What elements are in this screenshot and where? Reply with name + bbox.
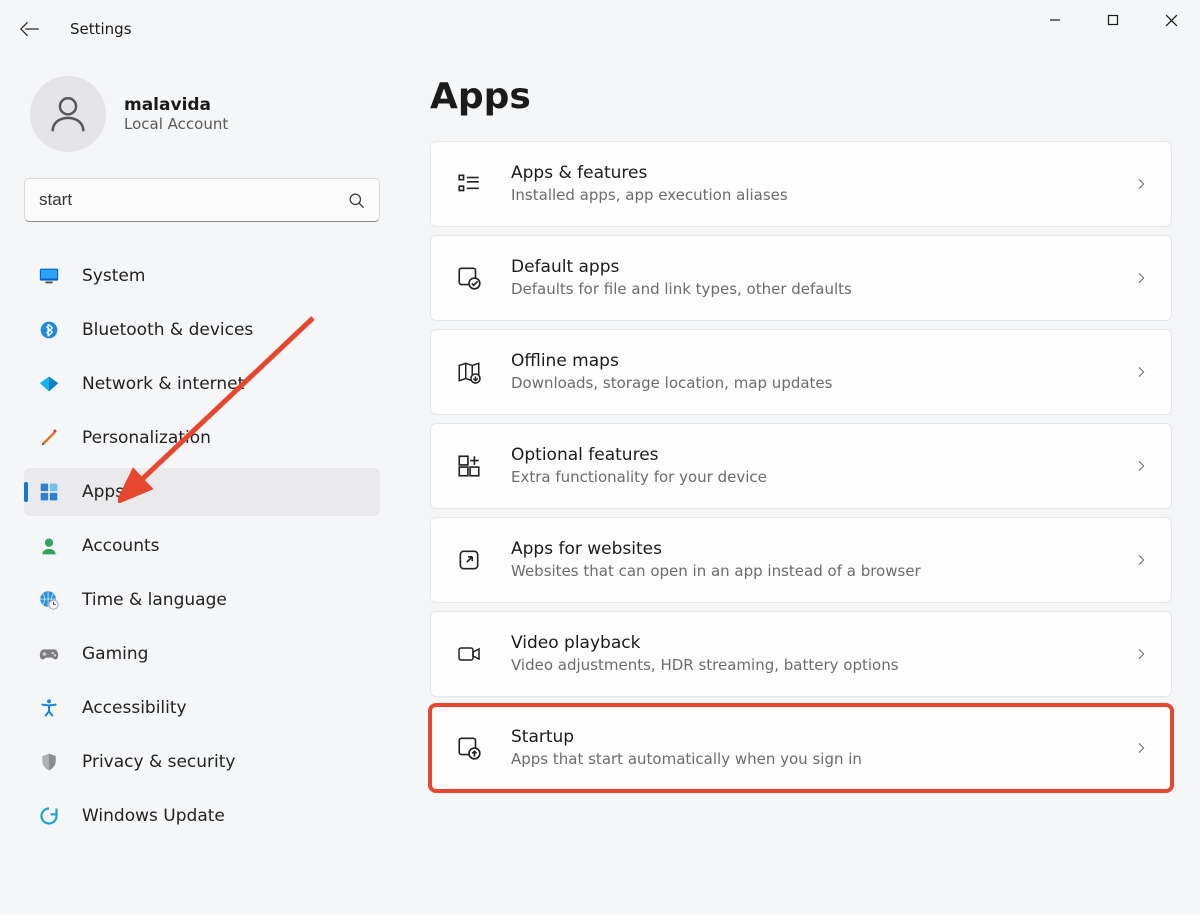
- accessibility-icon: [38, 697, 60, 719]
- card-title: Startup: [511, 726, 862, 749]
- window-title: Settings: [70, 20, 132, 38]
- window-controls: [1026, 0, 1200, 40]
- sidebar-item-gaming[interactable]: Gaming: [24, 630, 380, 678]
- card-default-apps[interactable]: Default apps Defaults for file and link …: [430, 235, 1172, 321]
- person-icon: [45, 91, 91, 137]
- wifi-icon: [38, 373, 60, 395]
- default-apps-icon: [455, 264, 483, 292]
- add-feature-icon: [455, 452, 483, 480]
- person-head-icon: [38, 535, 60, 557]
- sidebar-item-time-language[interactable]: Time & language: [24, 576, 380, 624]
- apps-list-icon: [455, 170, 483, 198]
- card-subtitle: Extra functionality for your device: [511, 467, 767, 487]
- account-subtitle: Local Account: [124, 115, 228, 133]
- card-subtitle: Defaults for file and link types, other …: [511, 279, 852, 299]
- sidebar-item-windows-update[interactable]: Windows Update: [24, 792, 380, 840]
- card-title: Video playback: [511, 632, 899, 655]
- search-box[interactable]: [24, 178, 380, 222]
- avatar: [30, 76, 106, 152]
- paintbrush-icon: [38, 427, 60, 449]
- sidebar-item-label: Accounts: [82, 536, 160, 556]
- card-subtitle: Video adjustments, HDR streaming, batter…: [511, 655, 899, 675]
- card-startup[interactable]: Startup Apps that start automatically wh…: [430, 705, 1172, 791]
- sidebar-item-label: Accessibility: [82, 698, 187, 718]
- sidebar: malavida Local Account System Bluetooth …: [0, 58, 390, 915]
- main-content: Apps Apps & features Installed apps, app…: [430, 66, 1172, 915]
- page-title: Apps: [430, 76, 1172, 117]
- search-input[interactable]: [37, 189, 345, 211]
- bluetooth-icon: [38, 319, 60, 341]
- card-subtitle: Apps that start automatically when you s…: [511, 749, 862, 769]
- chevron-right-icon: [1133, 270, 1149, 286]
- apps-grid-icon: [38, 481, 60, 503]
- sidebar-item-system[interactable]: System: [24, 252, 380, 300]
- account-name: malavida: [124, 95, 228, 115]
- card-apps-features[interactable]: Apps & features Installed apps, app exec…: [430, 141, 1172, 227]
- chevron-right-icon: [1133, 176, 1149, 192]
- close-button[interactable]: [1142, 0, 1200, 40]
- search-icon: [345, 189, 367, 211]
- card-title: Optional features: [511, 444, 767, 467]
- sidebar-item-network[interactable]: Network & internet: [24, 360, 380, 408]
- sidebar-item-label: Gaming: [82, 644, 148, 664]
- sidebar-item-label: Privacy & security: [82, 752, 236, 772]
- sidebar-item-accessibility[interactable]: Accessibility: [24, 684, 380, 732]
- sidebar-item-apps[interactable]: Apps: [24, 468, 380, 516]
- card-video-playback[interactable]: Video playback Video adjustments, HDR st…: [430, 611, 1172, 697]
- card-optional-features[interactable]: Optional features Extra functionality fo…: [430, 423, 1172, 509]
- card-title: Apps & features: [511, 162, 788, 185]
- card-title: Offline maps: [511, 350, 832, 373]
- chevron-right-icon: [1133, 740, 1149, 756]
- minimize-button[interactable]: [1026, 0, 1084, 40]
- update-icon: [38, 805, 60, 827]
- sidebar-item-label: Bluetooth & devices: [82, 320, 253, 340]
- map-icon: [455, 358, 483, 386]
- startup-icon: [455, 734, 483, 762]
- card-subtitle: Installed apps, app execution aliases: [511, 185, 788, 205]
- card-offline-maps[interactable]: Offline maps Downloads, storage location…: [430, 329, 1172, 415]
- minimize-icon: [1049, 14, 1061, 26]
- card-apps-websites[interactable]: Apps for websites Websites that can open…: [430, 517, 1172, 603]
- close-icon: [1165, 14, 1178, 27]
- sidebar-item-label: Windows Update: [82, 806, 225, 826]
- chevron-right-icon: [1133, 646, 1149, 662]
- shield-icon: [38, 751, 60, 773]
- back-button[interactable]: [0, 0, 58, 58]
- sidebar-item-label: Network & internet: [82, 374, 244, 394]
- video-icon: [455, 640, 483, 668]
- titlebar: Settings: [0, 0, 1200, 58]
- sidebar-item-label: Apps: [82, 482, 124, 502]
- account-block[interactable]: malavida Local Account: [24, 76, 376, 152]
- card-subtitle: Downloads, storage location, map updates: [511, 373, 832, 393]
- sidebar-item-label: Personalization: [82, 428, 211, 448]
- card-title: Default apps: [511, 256, 852, 279]
- sidebar-item-accounts[interactable]: Accounts: [24, 522, 380, 570]
- sidebar-item-bluetooth[interactable]: Bluetooth & devices: [24, 306, 380, 354]
- maximize-button[interactable]: [1084, 0, 1142, 40]
- card-title: Apps for websites: [511, 538, 921, 561]
- sidebar-item-privacy[interactable]: Privacy & security: [24, 738, 380, 786]
- maximize-icon: [1107, 14, 1119, 26]
- sidebar-item-label: System: [82, 266, 145, 286]
- open-external-icon: [455, 546, 483, 574]
- chevron-right-icon: [1133, 552, 1149, 568]
- sidebar-item-label: Time & language: [82, 590, 227, 610]
- sidebar-item-personalization[interactable]: Personalization: [24, 414, 380, 462]
- gamepad-icon: [38, 643, 60, 665]
- chevron-right-icon: [1133, 458, 1149, 474]
- globe-clock-icon: [38, 589, 60, 611]
- chevron-right-icon: [1133, 364, 1149, 380]
- monitor-icon: [38, 265, 60, 287]
- card-subtitle: Websites that can open in an app instead…: [511, 561, 921, 581]
- nav: System Bluetooth & devices Network & int…: [24, 252, 380, 840]
